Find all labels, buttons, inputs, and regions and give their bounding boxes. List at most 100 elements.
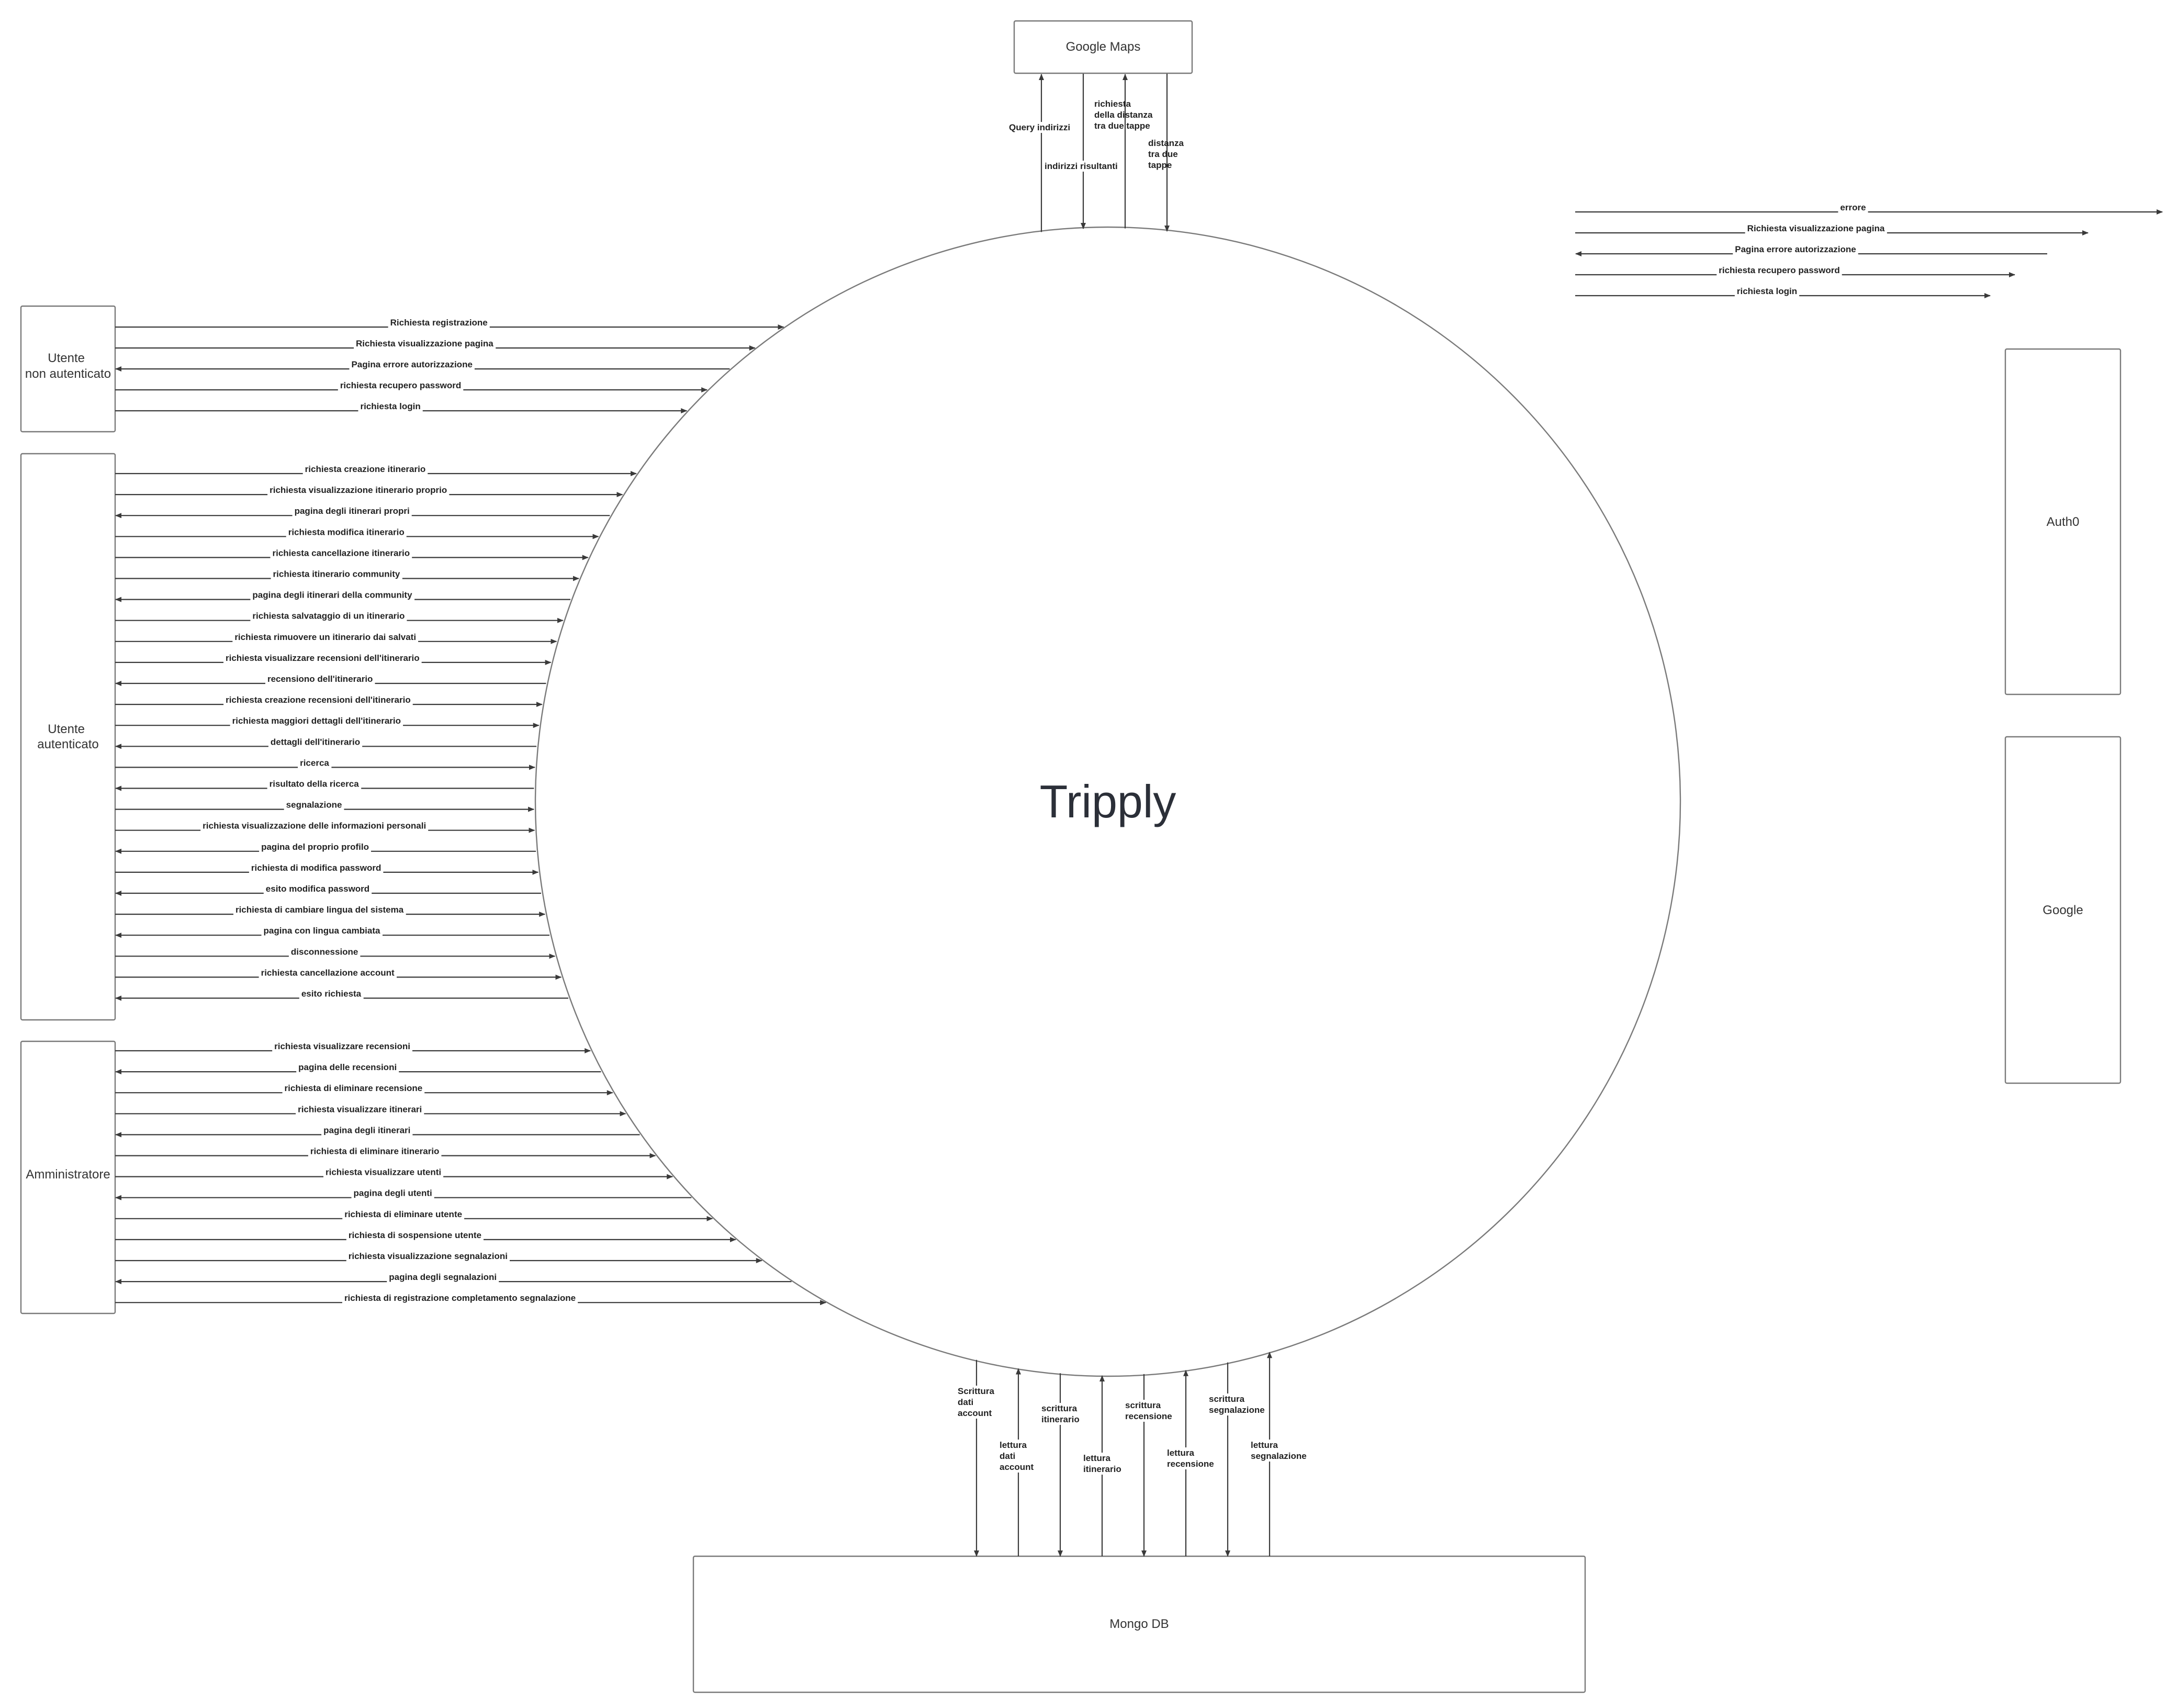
flow-utente-non-autenticato-1[interactable]: Richiesta visualizzazione pagina <box>115 338 756 351</box>
system-tripply[interactable]: Tripply <box>534 226 1681 1377</box>
svg-text:richiesta modifica itinerario: richiesta modifica itinerario <box>288 527 405 537</box>
flow-amministratore-1[interactable]: pagina delle recensioni <box>115 1062 601 1075</box>
flow-utente-autenticato-20-label: esito modifica password <box>263 883 372 894</box>
flow-utente-autenticato-25[interactable]: esito richiesta <box>115 988 568 1001</box>
flow-utente-autenticato-25-label: esito richiesta <box>299 988 364 999</box>
flow-utente-autenticato-1[interactable]: richiesta visualizzazione itinerario pro… <box>115 485 623 498</box>
flow-utente-autenticato-2[interactable]: pagina degli itinerari propri <box>115 505 610 519</box>
flow-utente-autenticato-24-label: richiesta cancellazione account <box>259 967 397 979</box>
svg-text:richiesta rimuovere un itinera: richiesta rimuovere un itinerario dai sa… <box>234 632 416 642</box>
flow-mongo-db-6-label: scrittura segnalazione <box>1207 1394 1267 1415</box>
flow-utente-autenticato-11[interactable]: richiesta creazione recensioni dell'itin… <box>115 694 543 707</box>
flow-amministratore-10[interactable]: richiesta visualizzazione segnalazioni <box>115 1251 762 1263</box>
flow-utente-autenticato-8[interactable]: richiesta rimuovere un itinerario dai sa… <box>115 631 557 644</box>
flow-amministratore-4[interactable]: pagina degli itinerari <box>115 1125 640 1138</box>
svg-text:Pagina errore autorizzazione: Pagina errore autorizzazione <box>351 359 472 369</box>
flow-utente-autenticato-23[interactable]: disconnessione <box>115 946 556 959</box>
flow-utente-autenticato-22-label: pagina con lingua cambiata <box>261 925 383 937</box>
flow-amministratore-11[interactable]: pagina degli segnalazioni <box>115 1272 792 1285</box>
flow-utente-autenticato-6-label: pagina degli itinerari della community <box>250 589 415 601</box>
flow-utente-autenticato-10-label: recensiono dell'itinerario <box>265 673 375 684</box>
flow-utente-autenticato-16-label: segnalazione <box>284 799 344 811</box>
flow-utente-autenticato-0[interactable]: richiesta creazione itinerario <box>115 464 637 476</box>
flow-utente-autenticato-13[interactable]: dettagli dell'itinerario <box>115 736 537 749</box>
entity-amministratore[interactable]: Amministratore <box>20 1040 116 1314</box>
flow-utente-autenticato-14-label: ricerca <box>298 757 332 769</box>
flow-auth-side-4[interactable]: richiesta login <box>1575 286 1991 298</box>
svg-text:segnalazione: segnalazione <box>286 800 342 810</box>
flow-amministratore-8[interactable]: richiesta di eliminare utente <box>115 1208 713 1221</box>
flow-amministratore-12[interactable]: richiesta di registrazione completamento… <box>115 1293 827 1306</box>
flow-google-maps-1-label: indirizzi risultanti <box>1042 161 1120 172</box>
flow-utente-autenticato-18-label: pagina del proprio profilo <box>259 841 371 852</box>
flow-mongo-db-3[interactable]: lettura itinerario <box>1081 1375 1124 1556</box>
flow-auth-side-0[interactable]: errore <box>1575 202 2163 215</box>
context-diagram: Tripply Google Maps Utente non autentica… <box>20 20 2163 1693</box>
flow-utente-autenticato-12[interactable]: richiesta maggiori dettagli dell'itinera… <box>115 715 540 728</box>
flow-utente-autenticato-18[interactable]: pagina del proprio profilo <box>115 841 536 854</box>
flow-google-maps-2[interactable]: richiesta della distanza tra due tappe <box>1094 74 1153 229</box>
flow-mongo-db-2[interactable]: scrittura itinerario <box>1039 1373 1082 1557</box>
entity-auth0[interactable]: Auth0 <box>2004 348 2122 695</box>
flow-mongo-db-1[interactable]: lettura dati account <box>997 1368 1036 1556</box>
flow-utente-autenticato-21[interactable]: richiesta di cambiare lingua del sistema <box>115 904 546 917</box>
svg-text:Richiesta registrazione: Richiesta registrazione <box>390 318 488 328</box>
flow-utente-autenticato-2-label: pagina degli itinerari propri <box>292 505 412 517</box>
flow-utente-autenticato-3[interactable]: richiesta modifica itinerario <box>115 526 599 540</box>
svg-text:Richiesta visualizzazione pagi: Richiesta visualizzazione pagina <box>356 339 493 349</box>
flow-google-maps-1[interactable]: indirizzi risultanti <box>1042 74 1120 230</box>
svg-text:richiesta itinerario community: richiesta itinerario community <box>273 569 400 579</box>
flow-amministratore-7[interactable]: pagina degli utenti <box>115 1187 692 1200</box>
entity-utente-non-autenticato[interactable]: Utente non autenticato <box>20 305 116 433</box>
flow-amministratore-2-label: richiesta di eliminare recensione <box>282 1083 425 1094</box>
entity-utente-autenticato[interactable]: Utente autenticato <box>20 453 116 1021</box>
flow-utente-autenticato-4[interactable]: richiesta cancellazione itinerario <box>115 547 589 560</box>
svg-text:richiesta di eliminare itinera: richiesta di eliminare itinerario <box>310 1147 440 1156</box>
flow-google-maps-0[interactable]: Query indirizzi <box>1007 74 1073 232</box>
flow-mongo-db-7[interactable]: lettura segnalazione <box>1249 1352 1309 1556</box>
svg-text:richiesta visualizzare recensi: richiesta visualizzare recensioni dell'i… <box>226 653 420 663</box>
svg-text:disconnessione: disconnessione <box>291 947 358 957</box>
flow-utente-autenticato-22[interactable]: pagina con lingua cambiata <box>115 925 549 938</box>
flow-amministratore-0[interactable]: richiesta visualizzare recensioni <box>115 1041 591 1053</box>
flow-utente-non-autenticato-0[interactable]: Richiesta registrazione <box>115 317 784 330</box>
flow-amministratore-9[interactable]: richiesta di sospensione utente <box>115 1229 736 1242</box>
svg-text:richiesta di eliminare recensi: richiesta di eliminare recensione <box>285 1083 423 1093</box>
entity-google[interactable]: Google <box>2004 736 2122 1084</box>
flow-amministratore-3[interactable]: richiesta visualizzare itinerari <box>115 1104 626 1117</box>
flow-utente-autenticato-17[interactable]: richiesta visualizzazione delle informaz… <box>115 820 535 833</box>
entity-google-label: Google <box>2043 903 2083 917</box>
flow-utente-non-autenticato-4[interactable]: richiesta login <box>115 401 688 413</box>
flow-amministratore-6[interactable]: richiesta visualizzare utenti <box>115 1166 674 1179</box>
flow-utente-non-autenticato-3[interactable]: richiesta recupero password <box>115 380 708 392</box>
svg-text:Query indirizzi: Query indirizzi <box>1009 122 1070 132</box>
flow-auth-side-1[interactable]: Richiesta visualizzazione pagina <box>1575 223 2089 235</box>
entity-google-maps[interactable]: Google Maps <box>1013 20 1193 74</box>
flow-google-maps-3[interactable]: distanza tra due tappe <box>1148 74 1184 232</box>
flow-utente-non-autenticato-2[interactable]: Pagina errore autorizzazione <box>115 359 730 372</box>
flow-utente-autenticato-15[interactable]: risultato della ricerca <box>115 778 534 791</box>
flow-utente-autenticato-9[interactable]: richiesta visualizzare recensioni dell'i… <box>115 652 552 665</box>
flow-auth-side-2[interactable]: Pagina errore autorizzazione <box>1575 244 2047 256</box>
flow-amministratore-10-label: richiesta visualizzazione segnalazioni <box>346 1251 510 1262</box>
flow-auth-side-3[interactable]: richiesta recupero password <box>1575 265 2015 277</box>
flow-utente-autenticato-24[interactable]: richiesta cancellazione account <box>115 967 562 980</box>
flow-utente-autenticato-7[interactable]: richiesta salvataggio di un itinerario <box>115 610 564 623</box>
flow-amministratore-5[interactable]: richiesta di eliminare itinerario <box>115 1145 656 1159</box>
flow-utente-autenticato-16[interactable]: segnalazione <box>115 799 535 812</box>
flow-auth-side-4-label: richiesta login <box>1734 286 1800 297</box>
flow-utente-autenticato-10[interactable]: recensiono dell'itinerario <box>115 673 546 686</box>
entity-google-maps-label: Google Maps <box>1066 40 1141 54</box>
flow-amministratore-2[interactable]: richiesta di eliminare recensione <box>115 1083 613 1096</box>
flow-mongo-db-0[interactable]: Scrittura dati account <box>956 1359 997 1557</box>
flow-utente-autenticato-5[interactable]: richiesta itinerario community <box>115 568 579 581</box>
entity-mongo-db[interactable]: Mongo DB <box>692 1555 1586 1693</box>
flow-google-maps-2-label: richiesta della distanza tra due tappe <box>1094 99 1153 131</box>
flow-utente-autenticato-14[interactable]: ricerca <box>115 757 535 770</box>
flow-mongo-db-3-label: lettura itinerario <box>1081 1453 1124 1475</box>
flow-utente-autenticato-4-label: richiesta cancellazione itinerario <box>270 547 412 559</box>
flow-utente-autenticato-6[interactable]: pagina degli itinerari della community <box>115 589 570 602</box>
flow-utente-autenticato-19[interactable]: richiesta di modifica password <box>115 862 539 875</box>
flow-utente-autenticato-20[interactable]: esito modifica password <box>115 883 541 896</box>
flow-amministratore-4-label: pagina degli itinerari <box>321 1125 413 1136</box>
